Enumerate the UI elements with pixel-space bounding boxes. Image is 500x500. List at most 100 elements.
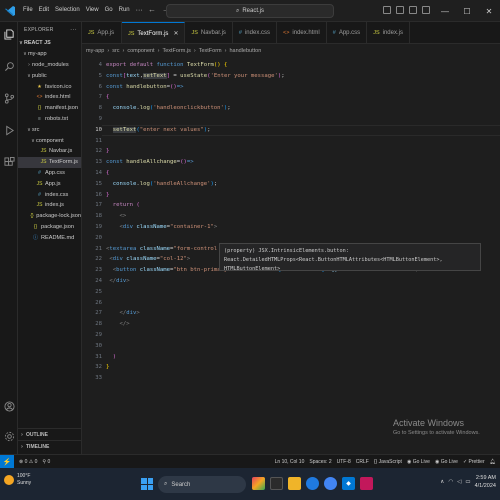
editor-tab[interactable]: JS App.js — [82, 22, 122, 43]
tree-item[interactable]: ∨ component — [18, 135, 81, 146]
chevron-right-icon: › — [224, 48, 227, 54]
prettier-status[interactable]: ✓ Prettier — [463, 459, 485, 465]
tree-item[interactable]: # index.css — [18, 189, 81, 200]
tree-item-label: index.js — [45, 202, 64, 209]
encoding[interactable]: UTF-8 — [337, 459, 351, 465]
tree-item[interactable]: JS TextForm.js — [18, 156, 81, 168]
outline-section[interactable]: › OUTLINE — [18, 428, 82, 440]
menu-run[interactable]: Run — [116, 7, 133, 14]
toggle-sidebar-icon[interactable] — [383, 6, 391, 14]
tree-item[interactable]: JS index.js — [18, 200, 81, 211]
indentation[interactable]: Spaces: 2 — [309, 459, 331, 465]
tree-item[interactable]: ∨ src — [18, 124, 81, 135]
breadcrumb-item[interactable]: TextForm.js — [162, 48, 190, 54]
customize-layout-icon[interactable] — [422, 6, 430, 14]
back-arrow-icon[interactable]: ← — [148, 5, 156, 14]
file-explorer-icon[interactable] — [288, 477, 301, 490]
remote-icon[interactable]: ⚡ — [0, 454, 14, 469]
tree-item[interactable]: ⓘ README.md — [18, 232, 81, 243]
breadcrumb-item[interactable]: TextForm — [199, 48, 222, 54]
clock[interactable]: 2:59 AM 4/1/2024 — [475, 474, 496, 490]
workspace-section[interactable]: ∨ REACT JS — [18, 38, 81, 49]
menu-edit[interactable]: Edit — [36, 7, 52, 14]
vscode-taskbar-icon[interactable]: ◆ — [342, 477, 355, 490]
minimize-icon[interactable]: — — [434, 7, 456, 16]
tree-item-label: App.css — [45, 169, 65, 176]
source-control-icon[interactable] — [3, 92, 15, 104]
editor-tab[interactable]: # App.css — [327, 22, 368, 43]
menu-more-icon[interactable]: ··· — [133, 7, 146, 14]
breadcrumb-item[interactable]: my-app — [86, 48, 104, 54]
file-type-icon: JS — [191, 30, 198, 36]
command-center-search[interactable]: ⌕ React.js — [166, 4, 334, 18]
editor-tab[interactable]: # index.css — [233, 22, 277, 43]
breadcrumb-item[interactable]: src — [112, 48, 119, 54]
tree-item[interactable]: <> index.html — [18, 92, 81, 103]
explorer-title-label: EXPLORER — [24, 27, 54, 33]
search-icon[interactable] — [3, 60, 15, 72]
go-live-button-2[interactable]: ◉ Go Live — [435, 459, 458, 465]
run-debug-icon[interactable] — [3, 124, 15, 136]
tree-item-label: src — [32, 126, 40, 133]
search-icon: ⌕ — [235, 7, 240, 14]
maximize-icon[interactable]: ☐ — [456, 7, 478, 16]
breadcrumb-item[interactable]: component — [127, 48, 154, 54]
manage-gear-icon[interactable] — [3, 430, 15, 442]
extensions-icon[interactable] — [3, 156, 15, 168]
close-tab-icon[interactable]: ✕ — [173, 30, 178, 37]
notifications-bell-icon[interactable]: 🔔︎ — [490, 459, 496, 465]
toggle-secondary-sidebar-icon[interactable] — [409, 6, 417, 14]
menu-go[interactable]: Go — [102, 7, 116, 14]
tree-item[interactable]: ∨ public — [18, 70, 81, 81]
file-type-icon: # — [238, 30, 242, 36]
task-view-icon[interactable] — [270, 477, 283, 490]
close-icon[interactable]: ✕ — [478, 7, 500, 16]
clock-time: 2:59 AM — [475, 475, 496, 481]
editor-tab[interactable]: JS Navbar.js — [185, 22, 233, 43]
problems-status[interactable]: ⊗ 0 ⚠ 0 — [19, 459, 37, 465]
taskbar-search[interactable]: ⌕ Search — [158, 476, 246, 493]
tree-item[interactable]: JS App.js — [18, 178, 81, 189]
vscode-logo-icon — [4, 5, 16, 17]
tree-item[interactable]: # App.css — [18, 168, 81, 179]
more-actions-icon[interactable]: ··· — [70, 27, 77, 33]
battery-icon[interactable]: ▭ — [465, 479, 470, 485]
chevron-right-icon: › — [21, 443, 23, 450]
tree-item[interactable]: ∨ my-app — [18, 49, 81, 60]
tree-item[interactable]: JS Navbar.js — [18, 146, 81, 157]
app-icon-7[interactable] — [360, 477, 373, 490]
line-number: 26 — [95, 299, 102, 306]
menu-selection[interactable]: Selection — [52, 7, 83, 14]
tree-item[interactable]: {} package-lock.json — [18, 211, 81, 222]
end-of-line[interactable]: CRLF — [356, 459, 369, 465]
go-live-button-1[interactable]: ◉ Go Live — [407, 459, 430, 465]
toggle-panel-icon[interactable] — [396, 6, 404, 14]
editor-tab[interactable]: JS index.js — [367, 22, 410, 43]
cursor-position[interactable]: Ln 10, Col 10 — [275, 459, 305, 465]
explorer-icon[interactable] — [3, 28, 15, 40]
editor-tab[interactable]: JS TextForm.js ✕ — [122, 22, 186, 43]
timeline-section[interactable]: › TIMELINE — [18, 440, 82, 452]
tree-item[interactable]: ★ favicon.ico — [18, 81, 81, 92]
volume-icon[interactable]: ◁ — [457, 479, 461, 485]
accounts-icon[interactable] — [3, 400, 15, 412]
editor-tab[interactable]: <> index.html — [277, 22, 327, 43]
tree-item[interactable]: {} manifest.json — [18, 103, 81, 114]
weather-widget[interactable]: 100°F Sunny — [4, 473, 31, 487]
windows-start-icon[interactable] — [141, 478, 153, 490]
tree-item[interactable]: › node_modules — [18, 60, 81, 71]
breadcrumb-item[interactable]: handlebutton — [229, 48, 261, 54]
ports-status[interactable]: ⚲ 0 — [42, 459, 50, 465]
menu-view[interactable]: View — [83, 7, 102, 14]
wifi-icon[interactable]: ◠ — [448, 479, 453, 485]
edge-browser-icon[interactable] — [306, 477, 319, 490]
language-mode[interactable]: {} JavaScript — [374, 459, 402, 465]
tree-item[interactable]: {} package.json — [18, 222, 81, 233]
workspace-label: REACT JS — [24, 40, 51, 47]
widget-app-icon[interactable] — [252, 477, 265, 490]
tree-item[interactable]: ≡ robots.txt — [18, 114, 81, 125]
file-type-icon: JS — [88, 30, 95, 36]
tray-chevron-up-icon[interactable]: ∧ — [440, 479, 444, 485]
chrome-browser-icon[interactable] — [324, 477, 337, 490]
menu-file[interactable]: File — [20, 7, 36, 14]
